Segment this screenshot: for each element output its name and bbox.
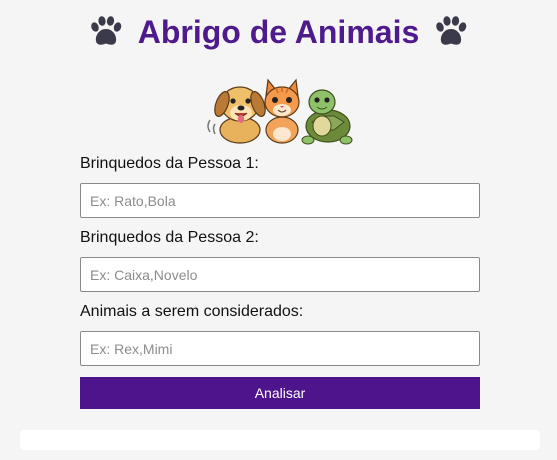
result-panel	[20, 430, 540, 450]
turtle-icon	[301, 89, 353, 145]
paw-icon	[90, 16, 121, 45]
page-title: Abrigo de Animais	[137, 13, 420, 50]
animals-illustration	[207, 78, 353, 145]
cat-icon	[264, 78, 300, 144]
toys-person-1-label: Brinquedos da Pessoa 1:	[80, 155, 259, 172]
toys-person-2-input[interactable]	[80, 257, 480, 292]
toys-person-2-label: Brinquedos da Pessoa 2:	[80, 229, 259, 246]
dog-icon	[214, 86, 266, 144]
toys-person-1-input[interactable]	[80, 183, 480, 218]
analyze-button[interactable]: Analisar	[80, 377, 480, 409]
page: Abrigo de Animais Brinquedos da Pessoa 1…	[0, 0, 557, 460]
paw-icon	[436, 16, 467, 45]
animals-input[interactable]	[80, 331, 480, 366]
animals-label: Animais a serem considerados:	[80, 303, 304, 320]
header: Abrigo de Animais	[0, 10, 557, 54]
